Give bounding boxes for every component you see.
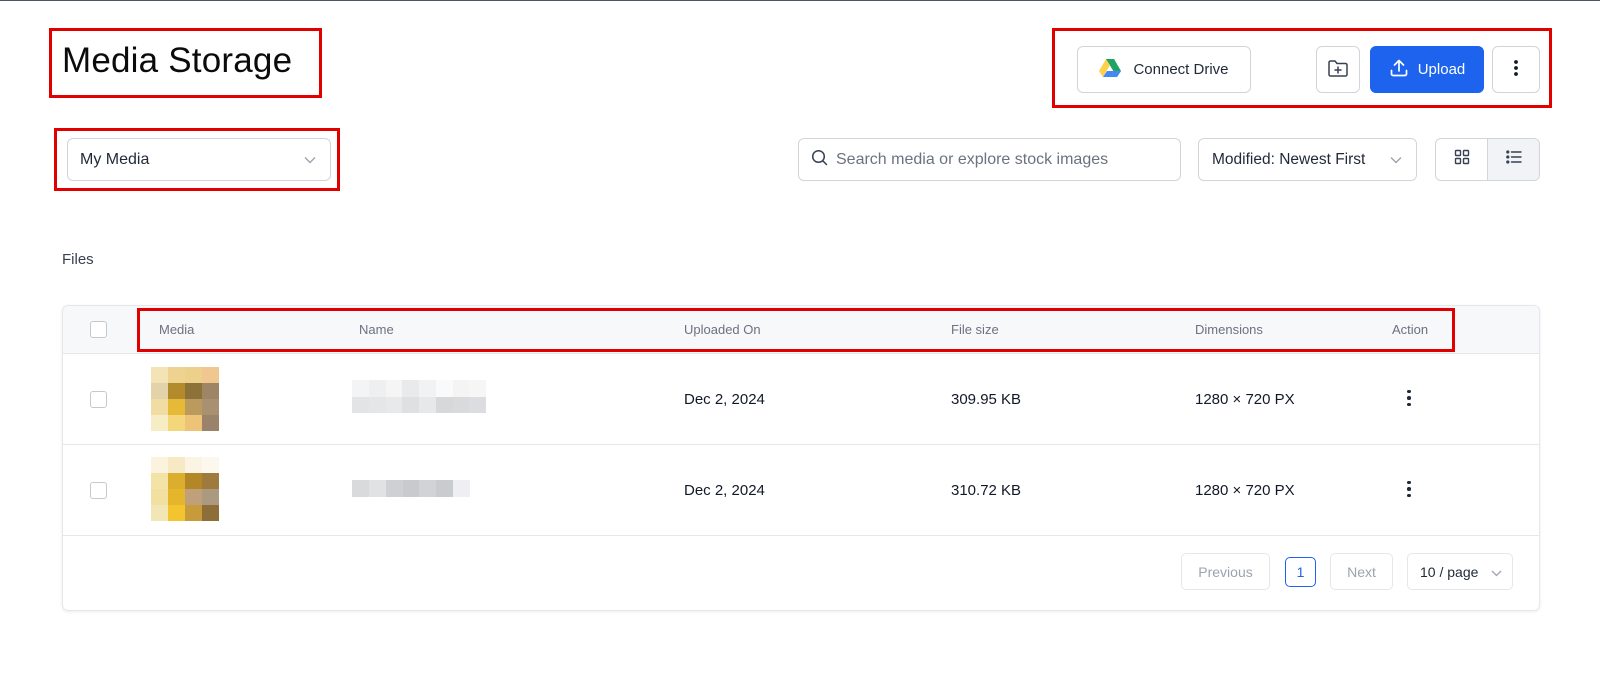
more-options-button[interactable] [1492,46,1540,93]
table-row[interactable]: Dec 2, 2024 310.72 KB 1280 × 720 PX [63,445,1539,536]
uploaded-on: Dec 2, 2024 [684,482,765,499]
page-title: Media Storage [62,41,293,80]
page-size-value: 10 / page [1420,563,1479,580]
vertical-dots-icon [1513,58,1519,82]
grid-icon [1454,149,1470,170]
media-source-value: My Media [80,150,150,168]
row-checkbox[interactable] [90,482,107,499]
column-header-name: Name [359,322,394,337]
previous-page-button[interactable]: Previous [1181,553,1270,590]
chevron-down-icon [1390,151,1402,169]
page-number-button[interactable]: 1 [1285,557,1316,587]
sort-select[interactable]: Modified: Newest First [1198,138,1417,181]
row-action-menu-icon[interactable] [1399,477,1419,501]
file-size: 310.72 KB [951,482,1022,499]
folder-plus-icon [1327,58,1349,82]
upload-button[interactable]: Upload [1370,46,1484,93]
list-view-button[interactable] [1488,139,1539,180]
grid-view-button[interactable] [1436,139,1488,180]
new-folder-button[interactable] [1316,46,1360,93]
view-toggle [1435,138,1540,181]
column-header-action: Action [1392,322,1429,337]
file-name-redacted [352,480,470,497]
column-header-uploaded-on: Uploaded On [684,322,761,337]
google-drive-icon [1099,58,1122,82]
dimensions: 1280 × 720 PX [1195,482,1295,499]
file-name-redacted [352,380,486,413]
table-row[interactable]: Dec 2, 2024 309.95 KB 1280 × 720 PX [63,354,1539,445]
row-action-menu-icon[interactable] [1399,386,1419,410]
media-table: Media Name Uploaded On File size Dimensi… [62,305,1540,611]
select-all-checkbox[interactable] [90,321,107,338]
column-header-media: Media [159,322,195,337]
search-box[interactable] [798,138,1181,181]
sort-value: Modified: Newest First [1212,150,1366,168]
page-size-select[interactable]: 10 / page [1407,553,1513,590]
table-header: Media Name Uploaded On File size Dimensi… [63,306,1539,354]
row-checkbox[interactable] [90,391,107,408]
connect-drive-label: Connect Drive [1133,61,1229,78]
column-header-file-size: File size [951,322,999,337]
media-source-select[interactable]: My Media [67,138,331,181]
media-thumbnail [151,457,219,521]
upload-label: Upload [1417,61,1466,78]
next-page-button[interactable]: Next [1330,553,1393,590]
column-header-dimensions: Dimensions [1195,322,1263,337]
media-thumbnail [151,367,219,431]
chevron-down-icon [1491,564,1502,580]
file-size: 309.95 KB [951,391,1022,408]
connect-drive-button[interactable]: Connect Drive [1077,46,1251,93]
search-icon [811,149,828,171]
search-input[interactable] [836,150,1156,169]
upload-icon [1389,58,1409,82]
dimensions: 1280 × 720 PX [1195,391,1295,408]
section-label: Files [62,251,94,268]
uploaded-on: Dec 2, 2024 [684,391,765,408]
chevron-down-icon [304,151,316,169]
list-icon [1505,150,1522,169]
